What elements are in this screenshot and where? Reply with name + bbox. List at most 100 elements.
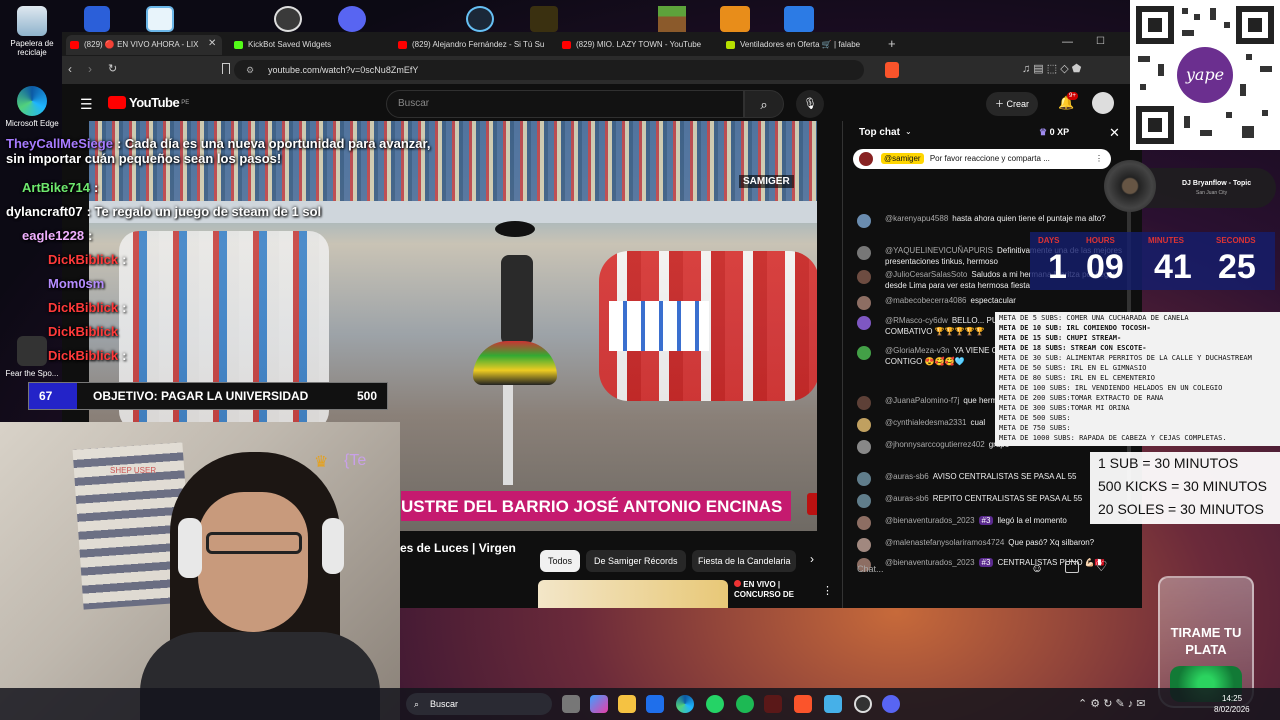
chip-todos[interactable]: Todos [540, 550, 581, 572]
spotify-icon[interactable] [736, 695, 754, 713]
avatar[interactable] [1092, 92, 1114, 114]
site-info-icon[interactable]: ⚙ [246, 60, 254, 80]
store-icon[interactable] [646, 695, 664, 713]
cs-icon[interactable] [720, 6, 750, 32]
tab-falabella[interactable]: Ventiladores en Oferta 🛒 | falabe [722, 35, 882, 55]
goal-target: 500 [357, 389, 378, 403]
super-chat-icon[interactable] [1065, 561, 1079, 573]
related-title[interactable]: EN VIVO | CONCURSO DE [734, 580, 806, 600]
chat-text: espectacular [970, 296, 1016, 305]
app-taskbar-icon[interactable] [764, 695, 782, 713]
edge-taskbar-icon[interactable] [676, 695, 694, 713]
extensions-icon[interactable]: ♫ ▤ ⬚ ◇ ⬟ [1022, 62, 1081, 75]
timer-label-hours: HOURS [1086, 236, 1115, 245]
chevron-down-icon[interactable]: ⌄ [905, 127, 912, 136]
maximize-icon[interactable]: ☐ [1096, 36, 1105, 47]
chat-author[interactable]: @GloriaMeza-v3n [885, 346, 950, 355]
chat-author[interactable]: @auras-sb6 [885, 494, 929, 503]
discord-icon[interactable] [338, 6, 366, 32]
file-explorer-icon[interactable] [618, 695, 636, 713]
more-icon[interactable]: ⋮ [1095, 149, 1103, 169]
obs-icon[interactable] [274, 6, 302, 32]
sub-goal-item: META DE 100 SUBS: IRL VENDIENDO HELADOS … [999, 384, 1223, 392]
plus-icon: ＋ [994, 99, 1004, 109]
game-app-icon[interactable] [530, 6, 558, 32]
tab-lazytown[interactable]: (829) MIO. LAZY TOWN - YouTube [558, 35, 718, 55]
edge-label: Microsoft Edge [5, 119, 59, 128]
tray-icons[interactable]: ⌃ ⚙ ↻ ✎ ♪ ✉ [1078, 697, 1146, 710]
chat-author[interactable]: @jhonnysarccogutierrez402 [885, 440, 985, 449]
forward-icon[interactable]: › [88, 62, 92, 76]
minecraft-icon[interactable] [658, 6, 686, 32]
youtube-logo[interactable]: YouTube PE [108, 95, 189, 110]
whatsapp-icon[interactable] [706, 695, 724, 713]
tab-live[interactable]: (829) 🔴 EN VIVO AHORA - LIX [66, 35, 222, 55]
chat-text: REPITO CENTRALISTAS SE PASA AL 55 [932, 494, 1083, 503]
new-tab-icon[interactable]: + [888, 36, 896, 51]
reload-icon[interactable]: ↻ [108, 62, 117, 75]
pinned-user: @samiger [881, 153, 924, 164]
chat-message-body: @mabecobecerra4086 espectacular [885, 295, 1133, 306]
chat-author[interactable]: @karenyapu4588 [885, 214, 948, 223]
search-button[interactable]: ⌕ [744, 90, 784, 118]
f-app-icon[interactable] [784, 6, 814, 32]
chat-text: cual [970, 418, 986, 427]
menu-icon[interactable]: ☰ [80, 96, 93, 113]
stream-chat-name: DickBiblick [48, 300, 119, 315]
sub-goal-item: META DE 750 SUBS: [999, 424, 1071, 432]
more-icon[interactable]: ⋮ [822, 584, 833, 597]
app-icon-1[interactable] [84, 6, 110, 32]
chat-author[interactable]: @mabecobecerra4086 [885, 296, 967, 305]
chat-author[interactable]: @cynthialedesma2331 [885, 418, 967, 427]
related-thumbnail[interactable] [538, 580, 728, 608]
chat-input[interactable]: Chat... [857, 559, 1041, 579]
notepad-icon[interactable] [824, 695, 842, 713]
music-sub: San Juan City [1196, 190, 1228, 196]
chat-author[interactable]: @JuanaPalomino-f7j [885, 396, 959, 405]
chat-text: AVISO CENTRALISTAS SE PASA AL 55 [932, 472, 1077, 481]
edge-shortcut[interactable]: Microsoft Edge [4, 86, 60, 128]
close-tab-icon[interactable]: ✕ [208, 38, 216, 49]
chat-author[interactable]: @bienaventurados_2023 [885, 516, 975, 525]
app-icon-2[interactable] [146, 6, 174, 32]
chat-author[interactable]: @malenastefanysolariramos4724 [885, 538, 1004, 547]
mic-button[interactable]: 🎙 [796, 90, 824, 118]
close-chat-icon[interactable]: ✕ [1109, 125, 1120, 141]
task-view-icon[interactable] [562, 695, 580, 713]
search-bar[interactable]: Buscar [386, 90, 744, 118]
chips-next-icon[interactable]: › [810, 552, 814, 566]
youtube-favicon-icon [70, 41, 79, 49]
brave-taskbar-icon[interactable] [794, 695, 812, 713]
chip-samiger[interactable]: De Samiger Récords [586, 550, 686, 572]
chip-candelaria[interactable]: Fiesta de la Candelaria [692, 550, 796, 572]
chat-avatar [857, 316, 871, 330]
steam-icon[interactable] [466, 6, 494, 32]
brave-shield-icon[interactable] [885, 62, 899, 78]
chat-header[interactable]: Top chat [859, 127, 900, 138]
sub-goal-item: META DE 30 SUB: ALIMENTAR PERRITOS DE LA… [999, 354, 1252, 362]
tab-alejandro[interactable]: (829) Alejandro Fernández - Si Tú Su [394, 35, 554, 55]
taskbar-search[interactable]: ⌕ Buscar [406, 693, 552, 715]
stream-chat-line: DickBiblick [48, 324, 428, 339]
pinned-message[interactable]: @samiger Por favor reaccione y comparta … [853, 149, 1111, 169]
bookmark-icon[interactable] [222, 63, 230, 74]
recycle-bin[interactable]: Papelera de reciclaje [4, 6, 60, 57]
back-icon[interactable]: ‹ [68, 62, 72, 76]
obs-taskbar-icon[interactable] [854, 695, 872, 713]
copilot-icon[interactable] [590, 695, 608, 713]
discord-taskbar-icon[interactable] [882, 695, 900, 713]
timer-label-days: DAYS [1038, 236, 1060, 245]
tab-kickbot[interactable]: KickBot Saved Widgets [230, 35, 390, 55]
chat-author[interactable]: @auras-sb6 [885, 472, 929, 481]
chat-author[interactable]: @RMasco-cy6dw [885, 316, 948, 325]
minimize-icon[interactable]: — [1062, 36, 1073, 48]
create-button[interactable]: ＋ Crear [986, 92, 1038, 116]
chat-author[interactable]: @YAQUELINEVICUÑAPURIS [885, 246, 993, 255]
emoji-icon[interactable]: ☺ [1031, 561, 1043, 575]
heart-icon[interactable]: ♡ [1095, 558, 1108, 575]
chat-author[interactable]: @JulioCesarSalasSoto [885, 270, 967, 279]
game-icon [17, 336, 47, 366]
chat-avatar [857, 246, 871, 260]
xp-badge: ♛ 0 XP [1039, 127, 1069, 138]
url-field[interactable]: ⚙ youtube.com/watch?v=0scNu8ZmEfY [234, 60, 864, 80]
